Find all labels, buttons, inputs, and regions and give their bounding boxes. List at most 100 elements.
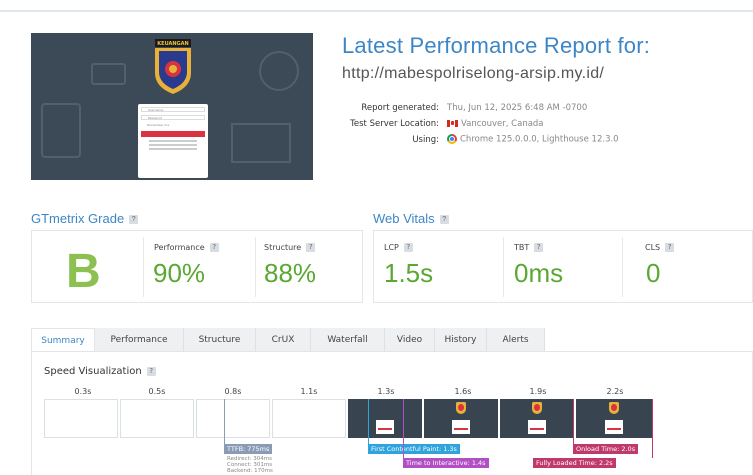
location-value: Vancouver, Canada bbox=[461, 119, 544, 129]
fully-loaded-label: Fully Loaded Time: 2.2s bbox=[533, 458, 616, 468]
using-label: Using: bbox=[412, 135, 439, 145]
time-tick: 0.3s bbox=[74, 387, 92, 396]
tab-crux[interactable]: CrUX bbox=[256, 328, 311, 352]
onload-marker bbox=[573, 399, 574, 444]
lcp-label-text: LCP bbox=[384, 243, 399, 252]
time-tick: 2.2s bbox=[606, 387, 624, 396]
cls-label: CLS? bbox=[645, 243, 675, 252]
help-icon[interactable]: ? bbox=[403, 243, 413, 252]
fully-loaded-marker bbox=[652, 399, 653, 458]
ttfb-marker bbox=[224, 399, 225, 444]
time-tick: 1.3s bbox=[377, 387, 395, 396]
filmstrip-frame[interactable] bbox=[120, 399, 194, 438]
site-logo-shield: KEUANGAN bbox=[155, 39, 191, 94]
login-preview bbox=[528, 420, 546, 434]
text-line-preview bbox=[149, 148, 197, 150]
text-line-preview bbox=[149, 144, 197, 146]
tab-history[interactable]: History bbox=[435, 328, 487, 352]
logo-preview bbox=[609, 402, 619, 414]
login-preview bbox=[376, 420, 394, 434]
top-divider bbox=[0, 10, 753, 12]
time-tick: 1.6s bbox=[454, 387, 472, 396]
time-tick: 1.1s bbox=[300, 387, 318, 396]
desk-object bbox=[91, 63, 126, 85]
tab-structure[interactable]: Structure bbox=[184, 328, 256, 352]
generated-value: Thu, Jun 12, 2025 6:48 AM -0700 bbox=[447, 103, 588, 113]
lcp-value: 1.5s bbox=[384, 258, 434, 288]
filmstrip-frame[interactable] bbox=[272, 399, 346, 438]
help-icon[interactable]: ? bbox=[306, 243, 316, 252]
login-preview bbox=[452, 420, 470, 434]
login-form-preview: Username Password Remember me bbox=[138, 104, 208, 178]
lcp-label: LCP? bbox=[384, 243, 413, 252]
divider bbox=[622, 237, 623, 297]
structure-value: 88% bbox=[264, 258, 317, 288]
logo-preview bbox=[456, 402, 466, 414]
help-icon[interactable]: ? bbox=[439, 215, 449, 225]
tab-video[interactable]: Video bbox=[385, 328, 435, 352]
fcp-marker bbox=[368, 399, 369, 444]
cls-value: 0 bbox=[646, 258, 661, 288]
login-preview bbox=[605, 420, 623, 434]
logo-preview bbox=[532, 402, 542, 414]
help-icon[interactable]: ? bbox=[534, 243, 544, 252]
performance-value: 90% bbox=[153, 258, 206, 288]
svg-text:KEUANGAN: KEUANGAN bbox=[157, 41, 188, 47]
performance-label-text: Performance bbox=[154, 243, 205, 252]
filmstrip-frame[interactable] bbox=[44, 399, 118, 438]
speed-visualization-heading: Speed Visualization? bbox=[44, 366, 156, 377]
using-value: Chrome 125.0.0.0, Lighthouse 12.3.0 bbox=[460, 134, 619, 145]
tbt-value: 0ms bbox=[514, 258, 564, 288]
performance-label: Performance? bbox=[154, 243, 219, 252]
help-icon[interactable]: ? bbox=[209, 243, 219, 252]
help-icon[interactable]: ? bbox=[146, 366, 156, 376]
filmstrip-frame[interactable] bbox=[348, 399, 422, 438]
generated-label: Report generated: bbox=[361, 103, 439, 113]
report-tabs: Summary Performance Structure CrUX Water… bbox=[31, 328, 753, 352]
canada-flag-icon bbox=[447, 120, 458, 127]
desk-object bbox=[231, 123, 291, 163]
structure-label-text: Structure bbox=[264, 243, 302, 252]
ttfb-backend: Backend: 170ms bbox=[227, 468, 273, 474]
grade-letter: B bbox=[66, 245, 101, 298]
help-icon[interactable]: ? bbox=[665, 243, 675, 252]
desk-object bbox=[259, 51, 299, 91]
remember-preview: Remember me bbox=[147, 123, 170, 127]
gtmetrix-grade-heading: GTmetrix Grade? bbox=[31, 211, 139, 226]
tab-alerts[interactable]: Alerts bbox=[487, 328, 545, 352]
divider bbox=[503, 237, 504, 297]
tab-summary[interactable]: Summary bbox=[31, 328, 95, 352]
submit-button-preview bbox=[141, 131, 205, 137]
time-tick: 1.9s bbox=[529, 387, 547, 396]
report-title: Latest Performance Report for: bbox=[342, 33, 651, 58]
tbt-label-text: TBT bbox=[514, 243, 530, 252]
web-vitals-heading: Web Vitals? bbox=[373, 211, 449, 226]
structure-label: Structure? bbox=[264, 243, 316, 252]
cls-label-text: CLS bbox=[645, 243, 661, 252]
username-field-preview: Username bbox=[141, 107, 205, 112]
web-vitals-title: Web Vitals bbox=[373, 211, 435, 226]
location-value-wrap: Vancouver, Canada bbox=[447, 119, 544, 129]
divider bbox=[255, 237, 256, 297]
filmstrip-frame[interactable] bbox=[424, 399, 498, 438]
speed-visualization-title: Speed Visualization bbox=[44, 366, 142, 377]
desk-object bbox=[41, 103, 81, 158]
tbt-label: TBT? bbox=[514, 243, 544, 252]
gtmetrix-grade-title: GTmetrix Grade bbox=[31, 211, 125, 226]
filmstrip-frame[interactable] bbox=[500, 399, 574, 438]
filmstrip-frame[interactable] bbox=[576, 399, 652, 438]
chrome-icon bbox=[447, 134, 457, 144]
tab-performance[interactable]: Performance bbox=[95, 328, 184, 352]
onload-label: Onload Time: 2.0s bbox=[573, 444, 639, 454]
time-tick: 0.8s bbox=[224, 387, 242, 396]
fcp-label: First Contentful Paint: 1.3s bbox=[368, 444, 460, 454]
using-value-wrap: Chrome 125.0.0.0, Lighthouse 12.3.0 bbox=[447, 134, 619, 145]
report-url[interactable]: http://mabespolriselong-arsip.my.id/ bbox=[342, 65, 604, 83]
filmstrip-frame[interactable] bbox=[196, 399, 270, 438]
tab-waterfall[interactable]: Waterfall bbox=[311, 328, 385, 352]
password-field-preview: Password bbox=[141, 115, 205, 120]
site-screenshot-thumbnail[interactable]: KEUANGAN Username Password Remember me bbox=[31, 33, 313, 180]
help-icon[interactable]: ? bbox=[129, 215, 139, 225]
location-label: Test Server Location: bbox=[350, 119, 439, 129]
tti-marker bbox=[403, 399, 404, 458]
